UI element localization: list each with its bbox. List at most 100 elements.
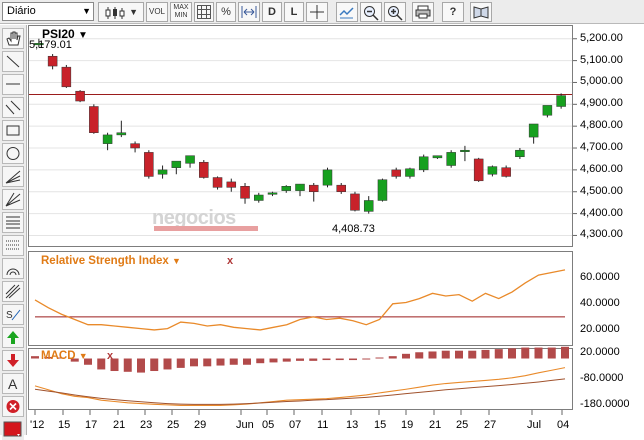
macd-tick-label: -80.0000 [580, 372, 624, 385]
macd-signal-line [34, 378, 566, 405]
price-tick-label: 5,100.00 [580, 53, 623, 66]
min-price-label: 4,408.73 [332, 223, 375, 235]
rsi-title[interactable]: Relative Strength Index ▼ [41, 255, 181, 267]
candle-body [171, 160, 182, 168]
date-tick-label: 27 [484, 419, 497, 431]
chevron-down-icon: ▼ [78, 351, 88, 361]
macd-histogram-bar [296, 358, 304, 361]
macd-histogram-bar [335, 358, 344, 361]
macd-histogram-bar [508, 348, 516, 359]
date-tick-label: 29 [194, 419, 207, 431]
macd-histogram-bar [282, 358, 291, 362]
candle-body [281, 186, 292, 191]
candle-body [295, 183, 305, 191]
candle-body [391, 169, 401, 177]
date-tick-label: 11 [317, 419, 329, 431]
candle-body [47, 55, 58, 67]
date-tick-label: 25 [456, 419, 469, 431]
date-tick-label: 19 [401, 419, 414, 431]
macd-histogram-bar [150, 358, 159, 372]
candle-body [473, 158, 484, 182]
rsi-tick-label: 60.0000 [580, 270, 620, 283]
candle-body [254, 194, 264, 201]
price-tick-label: 4,900.00 [580, 97, 623, 110]
macd-title-text: MACD [41, 350, 76, 362]
macd-histogram-bar [123, 358, 132, 372]
macd-histogram-bar [216, 358, 225, 366]
candle-body [556, 95, 566, 107]
macd-histogram-bar [137, 358, 145, 373]
candle-body [446, 152, 456, 166]
date-tick-label: '12 [30, 419, 45, 431]
price-tick-label: 5,000.00 [580, 75, 623, 88]
macd-histogram-bar [31, 356, 39, 359]
candle-body [432, 155, 443, 159]
date-tick-label: Jul [527, 419, 542, 431]
candle-body [336, 184, 346, 192]
date-tick-label: 07 [289, 419, 302, 431]
candle-body [185, 155, 195, 164]
candle-body [405, 168, 415, 177]
date-tick-label: 15 [374, 419, 387, 431]
candle-body [102, 134, 113, 144]
date-tick-label: 23 [140, 419, 153, 431]
candle-body [240, 186, 250, 199]
macd-title[interactable]: MACD ▼ [41, 350, 88, 362]
candle-body [144, 152, 154, 177]
macd-histogram-bar [521, 347, 530, 359]
macd-histogram-bar [190, 358, 198, 367]
watermark-logo: negocios [152, 207, 258, 231]
date-tick-label: 04 [557, 419, 570, 431]
date-tick-label: 15 [58, 419, 71, 431]
candle-body [501, 167, 511, 177]
macd-histogram-bar [97, 358, 106, 370]
candle-body [528, 123, 539, 138]
macd-histogram-bar [547, 347, 556, 359]
macd-histogram-bar [176, 358, 185, 368]
macd-histogram-bar [494, 349, 503, 359]
candle-body [61, 66, 72, 88]
macd-histogram-bar [256, 358, 265, 364]
candle-body [377, 179, 388, 201]
candle-body [363, 200, 374, 212]
rsi-close-button[interactable]: x [227, 255, 233, 267]
macd-close-button[interactable]: x [107, 350, 113, 362]
price-tick-label: 4,800.00 [580, 119, 623, 132]
rsi-tick-label: 40.0000 [580, 296, 620, 309]
candle-body [267, 192, 278, 195]
rsi-tick-label: 20.0000 [580, 322, 620, 335]
price-tick-label: 4,400.00 [580, 206, 623, 219]
date-tick-label: Jun [236, 419, 254, 431]
macd-histogram-bar [362, 358, 371, 360]
candle-body [212, 177, 223, 188]
macd-histogram-bar [243, 358, 251, 365]
candle-body [116, 132, 127, 136]
rsi-title-text: Relative Strength Index [41, 255, 169, 267]
macd-histogram-bar [481, 349, 490, 359]
date-tick-label: 05 [262, 419, 275, 431]
candle-body [130, 143, 140, 149]
date-tick-label: 21 [113, 419, 126, 431]
candle-body [157, 169, 168, 175]
macd-histogram-bar [203, 358, 212, 367]
date-tick-label: 21 [429, 419, 442, 431]
macd-histogram-bar [428, 351, 437, 359]
macd-histogram-bar [561, 346, 569, 359]
candle-body [542, 105, 553, 116]
last-price-label: 5,179.01 [29, 39, 72, 51]
price-tick-label: 4,600.00 [580, 162, 623, 175]
price-tick-label: 4,300.00 [580, 228, 623, 241]
candle-body [418, 156, 429, 171]
macd-histogram-bar [415, 352, 424, 359]
candle-body [515, 149, 525, 158]
chart-canvas [29, 38, 577, 415]
candle-body [226, 181, 237, 188]
macd-histogram-bar [468, 350, 477, 359]
macd-histogram-bar [309, 358, 318, 361]
chevron-down-icon: ▼ [172, 256, 181, 266]
chevron-down-icon: ▼ [78, 30, 88, 41]
candle-body [487, 166, 498, 175]
macd-tick-label: -180.0000 [580, 398, 630, 411]
price-tick-label: 5,200.00 [580, 31, 623, 44]
macd-histogram-bar [375, 357, 384, 359]
